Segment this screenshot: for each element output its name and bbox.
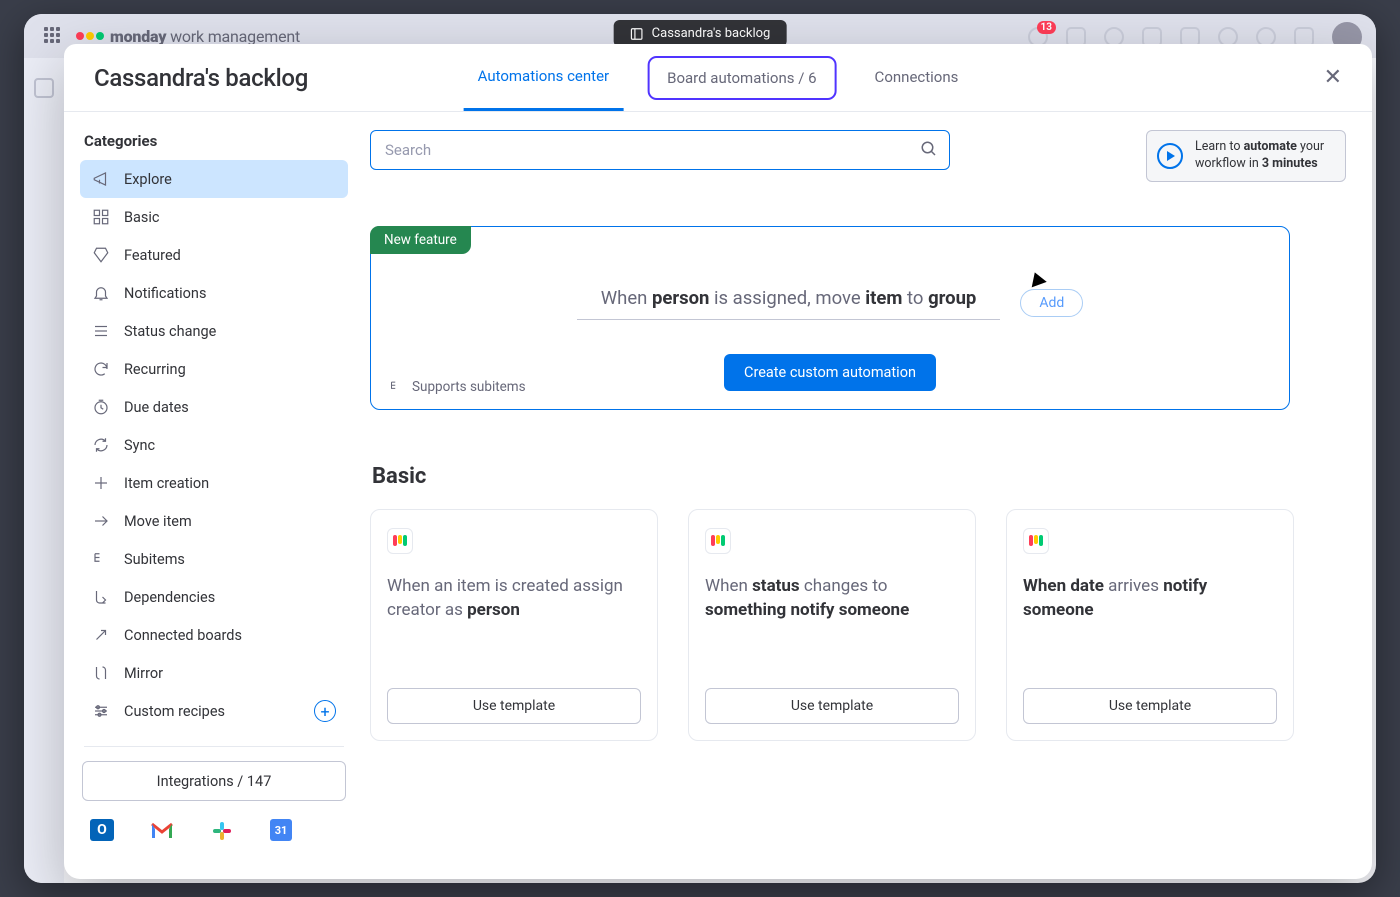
connected-icon	[92, 626, 110, 644]
supports-subitems-label: Supports subitems	[389, 379, 526, 395]
template-text: When status changes to something notify …	[705, 574, 959, 688]
bell-icon	[92, 284, 110, 302]
sidebar-item-label: Item creation	[124, 475, 209, 492]
sidebar-item-label: Due dates	[124, 399, 189, 416]
sidebar-item-mirror[interactable]: Mirror	[80, 654, 348, 692]
sidebar-item-label: Explore	[124, 171, 172, 188]
automation-sentence[interactable]: When person is assigned, move item to gr…	[577, 287, 1001, 320]
page-title: Cassandra's backlog	[94, 64, 308, 92]
sidebar-item-label: Basic	[124, 209, 160, 226]
clock-icon	[92, 398, 110, 416]
window-tab: Cassandra's backlog	[614, 20, 787, 47]
megaphone-icon	[92, 170, 110, 188]
close-icon[interactable]: ✕	[1324, 65, 1342, 90]
tab-connections[interactable]: Connections	[861, 44, 973, 111]
add-recipe-icon[interactable]: +	[314, 700, 336, 722]
diamond-icon	[92, 246, 110, 264]
sliders-icon	[92, 702, 110, 720]
sync-icon	[92, 436, 110, 454]
sidebar-item-status-change[interactable]: Status change	[80, 312, 348, 350]
plus-icon	[92, 474, 110, 492]
sidebar-item-label: Status change	[124, 323, 216, 340]
gmail-icon[interactable]	[150, 819, 174, 843]
arrow-right-icon	[92, 512, 110, 530]
sidebar-item-label: Connected boards	[124, 627, 242, 644]
sidebar-item-label: Move item	[124, 513, 192, 530]
new-feature-badge: New feature	[370, 226, 471, 254]
integrations-button[interactable]: Integrations / 147	[82, 761, 346, 801]
sidebar-item-label: Notifications	[124, 285, 206, 302]
template-card: When date arrives notify someone Use tem…	[1006, 509, 1294, 741]
create-custom-automation-button[interactable]: Create custom automation	[724, 354, 936, 391]
tab-board-automations[interactable]: Board automations / 6	[647, 56, 836, 100]
feature-card: New feature When person is assigned, mov…	[370, 226, 1290, 410]
sidebar-item-label: Sync	[124, 437, 155, 454]
monday-icon	[1023, 528, 1049, 554]
search-icon	[920, 140, 938, 162]
learn-card[interactable]: Learn to automate your workflow in 3 min…	[1146, 130, 1346, 182]
sidebar-item-label: Custom recipes	[124, 703, 225, 720]
add-button[interactable]: Add	[1020, 289, 1083, 317]
template-card: When an item is created assign creator a…	[370, 509, 658, 741]
use-template-button[interactable]: Use template	[705, 688, 959, 724]
template-text: When an item is created assign creator a…	[387, 574, 641, 688]
subitems-icon	[92, 550, 110, 568]
mirror-icon	[92, 664, 110, 682]
sidebar-item-move-item[interactable]: Move item	[80, 502, 348, 540]
refresh-icon	[92, 360, 110, 378]
gcal-icon[interactable]: 31	[270, 819, 292, 841]
sidebar-item-recurring[interactable]: Recurring	[80, 350, 348, 388]
use-template-button[interactable]: Use template	[1023, 688, 1277, 724]
sidebar-item-item-creation[interactable]: Item creation	[80, 464, 348, 502]
categories-title: Categories	[84, 132, 348, 150]
sidebar-item-due-dates[interactable]: Due dates	[80, 388, 348, 426]
sidebar-item-notifications[interactable]: Notifications	[80, 274, 348, 312]
sidebar-item-label: Subitems	[124, 551, 185, 568]
sidebar-item-featured[interactable]: Featured	[80, 236, 348, 274]
search-input[interactable]	[370, 130, 950, 170]
toolstrip-icon[interactable]	[34, 78, 54, 98]
sidebar-item-label: Dependencies	[124, 589, 215, 606]
monday-icon	[387, 528, 413, 554]
template-card: When status changes to something notify …	[688, 509, 976, 741]
tab-automations-center[interactable]: Automations center	[464, 44, 624, 111]
section-title-basic: Basic	[372, 464, 1346, 489]
sidebar-item-explore[interactable]: Explore	[80, 160, 348, 198]
cursor-icon	[1028, 270, 1047, 288]
template-text: When date arrives notify someone	[1023, 574, 1277, 688]
brand-logo: monday work management	[76, 27, 300, 46]
sidebar-item-basic[interactable]: Basic	[80, 198, 348, 236]
apps-menu-icon[interactable]	[44, 27, 62, 45]
sidebar-item-label: Mirror	[124, 665, 163, 682]
sidebar-item-subitems[interactable]: Subitems	[80, 540, 348, 578]
sidebar-item-label: Recurring	[124, 361, 186, 378]
learn-text: Learn to automate your workflow in 3 min…	[1195, 139, 1331, 173]
outlook-icon[interactable]: O	[90, 819, 114, 841]
list-icon	[92, 322, 110, 340]
sidebar-item-sync[interactable]: Sync	[80, 426, 348, 464]
grid-icon	[92, 208, 110, 226]
sidebar-item-connected-boards[interactable]: Connected boards	[80, 616, 348, 654]
monday-icon	[705, 528, 731, 554]
dependencies-icon	[92, 588, 110, 606]
slack-icon[interactable]	[210, 819, 234, 843]
use-template-button[interactable]: Use template	[387, 688, 641, 724]
sidebar-item-label: Featured	[124, 247, 181, 264]
sidebar-item-custom-recipes[interactable]: Custom recipes +	[80, 692, 348, 730]
automations-modal: Cassandra's backlog Automations center B…	[64, 44, 1372, 879]
sidebar-item-dependencies[interactable]: Dependencies	[80, 578, 348, 616]
play-icon	[1157, 143, 1183, 169]
